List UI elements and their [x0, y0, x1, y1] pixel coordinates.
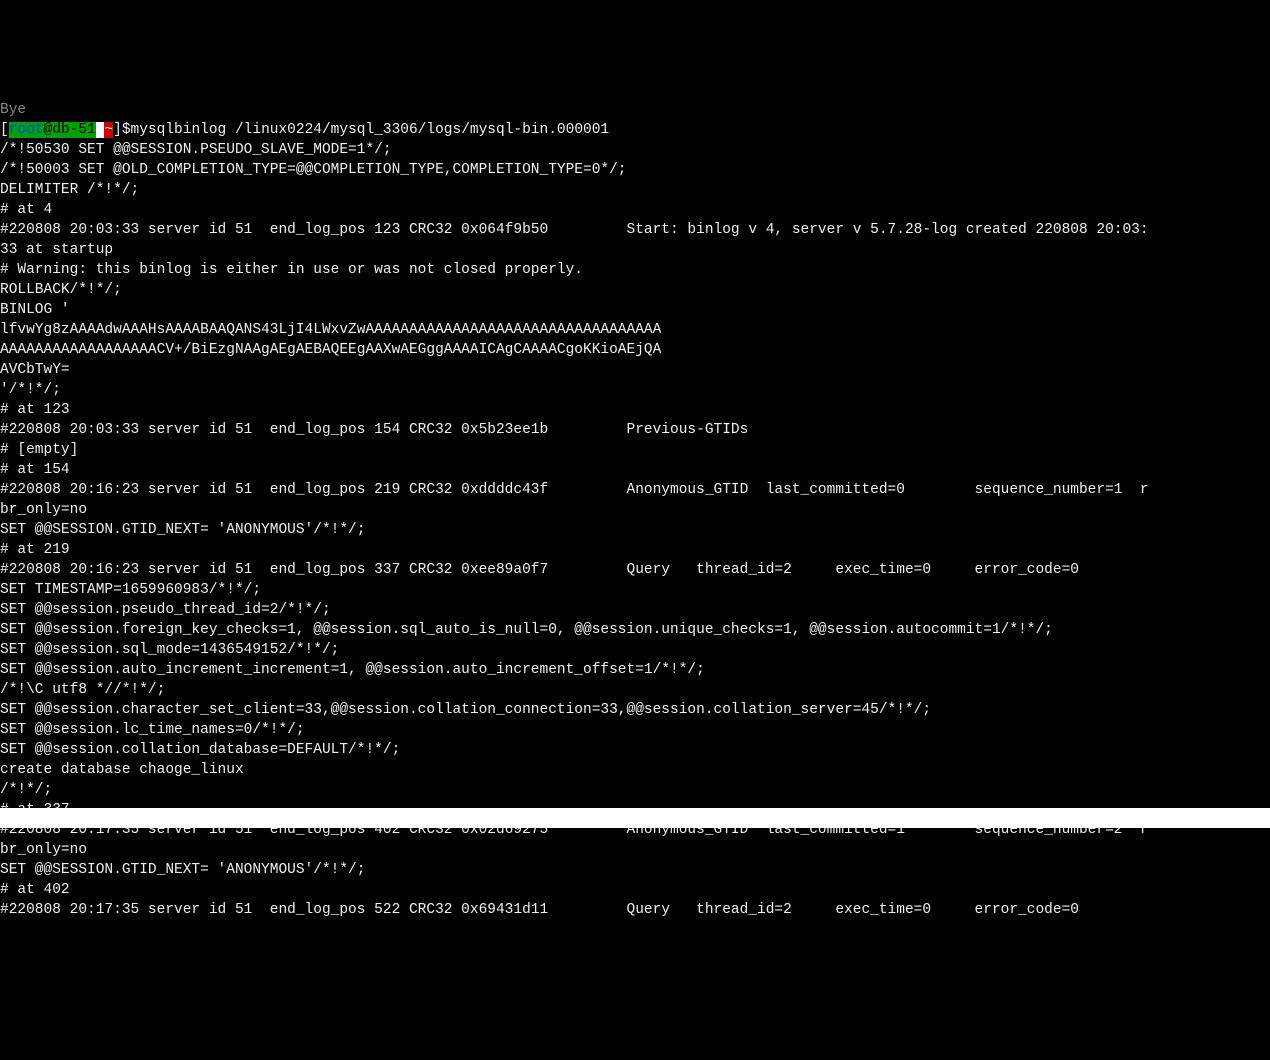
- output-line: SET @@SESSION.GTID_NEXT= 'ANONYMOUS'/*!*…: [0, 520, 1270, 540]
- output-line: SET @@session.pseudo_thread_id=2/*!*/;: [0, 600, 1270, 620]
- output-line: /*!50530 SET @@SESSION.PSEUDO_SLAVE_MODE…: [0, 140, 1270, 160]
- output-line: /*!\C utf8 *//*!*/;: [0, 680, 1270, 700]
- output-line: SET @@session.sql_mode=1436549152/*!*/;: [0, 640, 1270, 660]
- output-line: AAAAAAAAAAAAAAAAAACV+/BiEzgNAAgAEgAEBAQE…: [0, 340, 1270, 360]
- prompt-host: db-51: [52, 122, 96, 138]
- output-line: # at 123: [0, 400, 1270, 420]
- output-line: AVCbTwY=: [0, 360, 1270, 380]
- command-text: mysqlbinlog /linux0224/mysql_3306/logs/m…: [131, 122, 610, 138]
- output-line: # at 219: [0, 540, 1270, 560]
- output-line: # at 4: [0, 200, 1270, 220]
- output-line: #220808 20:17:35 server id 51 end_log_po…: [0, 900, 1270, 920]
- output-line: # at 154: [0, 460, 1270, 480]
- prompt-tilde: ~: [104, 122, 113, 138]
- prompt-open-bracket: [: [0, 122, 9, 138]
- output-line: BINLOG ': [0, 300, 1270, 320]
- output-line: #220808 20:16:23 server id 51 end_log_po…: [0, 560, 1270, 580]
- prompt-user: root: [9, 122, 44, 138]
- output-line: #220808 20:16:23 server id 51 end_log_po…: [0, 480, 1270, 500]
- output-line: br_only=no: [0, 840, 1270, 860]
- shell-prompt: [root@db-51 ~]$mysqlbinlog /linux0224/my…: [0, 122, 609, 138]
- prompt-at: @: [44, 122, 53, 138]
- output-line: SET @@session.character_set_client=33,@@…: [0, 700, 1270, 720]
- prompt-close-bracket: ]: [113, 122, 122, 138]
- output-line: SET @@SESSION.GTID_NEXT= 'ANONYMOUS'/*!*…: [0, 860, 1270, 880]
- output-line: SET TIMESTAMP=1659960983/*!*/;: [0, 580, 1270, 600]
- output-line: '/*!*/;: [0, 380, 1270, 400]
- output-line: br_only=no: [0, 500, 1270, 520]
- output-line: /*!50003 SET @OLD_COMPLETION_TYPE=@@COMP…: [0, 160, 1270, 180]
- output-line: # at 402: [0, 880, 1270, 900]
- output-line: # [empty]: [0, 440, 1270, 460]
- output-line: SET @@session.foreign_key_checks=1, @@se…: [0, 620, 1270, 640]
- output-line: ROLLBACK/*!*/;: [0, 280, 1270, 300]
- output-line: # Warning: this binlog is either in use …: [0, 260, 1270, 280]
- prompt-dollar: $: [122, 122, 131, 138]
- output-line: 33 at startup: [0, 240, 1270, 260]
- output-line: SET @@session.lc_time_names=0/*!*/;: [0, 720, 1270, 740]
- output-line: DELIMITER /*!*/;: [0, 180, 1270, 200]
- output-line: SET @@session.auto_increment_increment=1…: [0, 660, 1270, 680]
- output-line: SET @@session.collation_database=DEFAULT…: [0, 740, 1270, 760]
- output-line: #220808 20:03:33 server id 51 end_log_po…: [0, 420, 1270, 440]
- output-line: /*!*/;: [0, 780, 1270, 800]
- output-line: #220808 20:03:33 server id 51 end_log_po…: [0, 220, 1270, 240]
- output-line: create database chaoge_linux: [0, 760, 1270, 780]
- bottom-bar: [0, 808, 1270, 828]
- output-line: lfvwYg8zAAAAdwAAAHsAAAABAAQANS43LjI4LWxv…: [0, 320, 1270, 340]
- terminal-output[interactable]: Bye [root@db-51 ~]$mysqlbinlog /linux022…: [0, 80, 1270, 920]
- previous-output-bye: Bye: [0, 102, 26, 118]
